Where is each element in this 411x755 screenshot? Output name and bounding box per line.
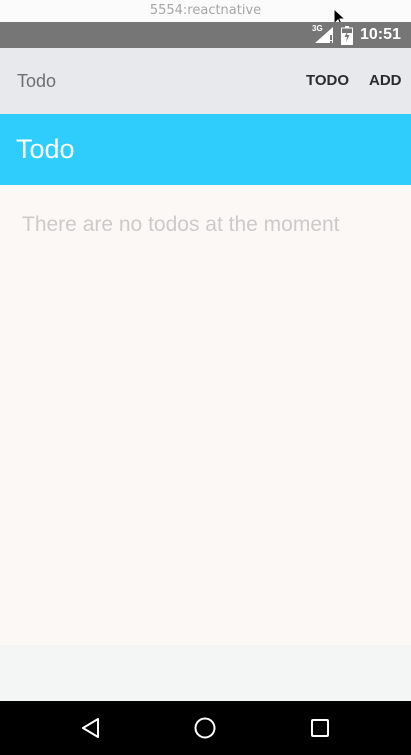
status-clock: 10:51 [360,26,401,43]
navigation-bar [0,701,411,755]
todo-list: There are no todos at the moment [0,185,411,645]
window-title: 5554:reactnative [0,0,411,22]
app-toolbar: Todo TODO ADD [0,48,411,114]
toolbar-title: Todo [17,71,57,91]
back-icon[interactable] [79,716,103,740]
home-icon[interactable] [193,716,217,740]
battery-icon [341,26,353,45]
status-bar: 3G 10:51 [0,22,411,48]
toolbar-todo-button[interactable]: TODO [306,48,349,114]
bottom-panel [0,645,411,701]
toolbar-add-button[interactable]: ADD [369,48,402,114]
page-title: Todo [16,134,75,164]
header-banner: Todo [0,114,411,185]
recents-icon[interactable] [308,716,332,740]
network-type-label: 3G [312,24,323,33]
empty-state-message: There are no todos at the moment [22,213,340,236]
